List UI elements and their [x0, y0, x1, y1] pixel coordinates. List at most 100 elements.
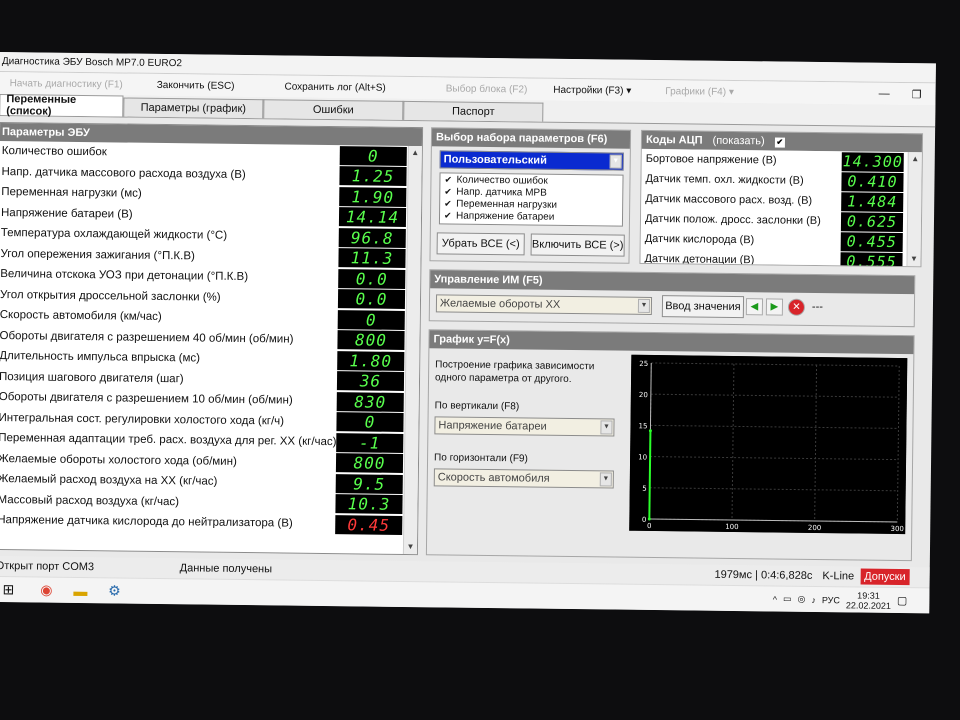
arrow-right-icon[interactable]: ▶: [765, 298, 784, 316]
check-icon[interactable]: ✔: [444, 198, 454, 209]
graph-title: График y=F(x): [429, 330, 914, 355]
param-label: Переменная нагрузки (мс): [1, 186, 142, 200]
remove-all-button[interactable]: Убрать ВСЕ (<): [436, 232, 525, 256]
param-value: 0: [339, 145, 407, 166]
y-tick-label: 20: [639, 391, 648, 399]
y-tick-label: 10: [638, 453, 647, 461]
graph-description: Построение графика зависимости одного па…: [434, 359, 595, 386]
settings-menu[interactable]: Настройки (F3) ▾: [537, 84, 641, 96]
finish-button[interactable]: Закончить (ESC): [133, 79, 245, 91]
adc-list: Бортовое напряжение (В) 14.300 Датчик темп…: [640, 148, 908, 267]
check-icon[interactable]: ✔: [444, 186, 454, 197]
param-label: Напряжение датчика кислорода до нейтрали…: [0, 514, 293, 530]
actuator-title: Управление ИМ (F5): [430, 270, 915, 295]
param-value: 0: [336, 412, 404, 433]
protocol-status: K-Line: [822, 570, 855, 583]
adc-label: Датчик детонации (В): [644, 252, 755, 267]
adc-value: 0.555: [840, 251, 903, 267]
scroll-up-icon[interactable]: ▲: [409, 146, 422, 160]
adc-label: Датчик полож. дросс. заслонки (В): [644, 212, 821, 228]
network-icon[interactable]: ◎: [797, 594, 805, 605]
param-value: 10.3: [335, 494, 403, 515]
file-explorer-icon[interactable]: ▬: [69, 580, 91, 600]
param-label: Длительность импульса впрыска (мс): [0, 350, 201, 365]
adc-show-checkbox[interactable]: ✔: [774, 137, 785, 148]
check-icon[interactable]: ✔: [444, 210, 454, 221]
xy-chart: 0 5 10 15 20 25 0 100 200 300: [629, 354, 908, 535]
adc-scrollbar[interactable]: ▲ ▼: [906, 152, 922, 267]
param-list: Количество ошибок 0 Напр. датчика массовог…: [0, 141, 422, 536]
param-set-panel: Выбор набора параметров (F6) Пользовател…: [429, 127, 632, 264]
y-tick-label: 5: [642, 485, 647, 493]
scroll-down-icon[interactable]: ▼: [907, 252, 920, 266]
input-value-button[interactable]: Ввод значения: [661, 295, 745, 319]
param-value: 1.90: [339, 186, 407, 207]
tab-variables-list[interactable]: Переменные (список): [0, 93, 124, 118]
adc-value: 0.625: [840, 211, 904, 232]
param-label: Угол опережения зажигания (°П.К.В): [0, 247, 195, 263]
table-row[interactable]: Напряжение датчика кислорода до нейтрали…: [0, 510, 417, 536]
start-diagnostics-button[interactable]: Начать диагностику (F1): [0, 77, 133, 90]
tray-up-icon[interactable]: ^: [773, 594, 777, 604]
param-value: 96.8: [338, 227, 406, 248]
maximize-icon[interactable]: ❐: [912, 88, 922, 101]
adc-panel: Коды АЦП (показать) ✔ Бортовое напряжени…: [639, 129, 924, 268]
keyboard-lang[interactable]: РУС: [822, 595, 840, 605]
windows-start-icon[interactable]: ⊞: [0, 580, 20, 600]
param-label: Переменная адаптации треб. расх. воздуха…: [0, 432, 337, 449]
window-title: Диагностика ЭБУ Bosch MP7.0 EURO2: [1, 56, 183, 70]
param-value: 830: [336, 391, 404, 412]
check-icon[interactable]: ✔: [444, 174, 454, 185]
stop-icon[interactable]: ✕: [787, 298, 806, 316]
graph-panel: График y=F(x) Построение графика зависим…: [425, 329, 915, 562]
tab-errors[interactable]: Ошибки: [263, 99, 404, 120]
adc-label: Бортовое напряжение (В): [645, 152, 777, 167]
adc-title: Коды АЦП: [645, 133, 703, 147]
table-row[interactable]: Датчик детонации (В) 0.555: [640, 249, 906, 267]
notifications-icon[interactable]: ▢: [897, 594, 908, 607]
actuator-select[interactable]: Желаемые обороты ХХ ▼: [435, 294, 653, 315]
tab-parameters-graph[interactable]: Параметры (график): [123, 97, 264, 119]
param-label: Желаемый расход воздуха на ХХ (кг/час): [0, 473, 218, 488]
system-tray: ^ ▭ ◎ ♪ РУС 19:31 22.02.2021 ▢: [773, 589, 930, 611]
adc-value: 14.300: [841, 151, 904, 172]
param-set-checklist: ✔ Количество ошибок ✔ Напр. датчика МРВ ✔ П…: [438, 172, 624, 227]
param-set-select[interactable]: Пользовательский ▼: [439, 150, 624, 171]
param-label: Скорость автомобиля (км/час): [0, 309, 162, 324]
chevron-down-icon[interactable]: ▼: [609, 154, 622, 169]
param-label: Позиция шагового двигателя (шаг): [0, 370, 184, 386]
horizontal-axis-select[interactable]: Скорость автомобиля ▼: [433, 468, 614, 489]
vertical-axis-select[interactable]: Напряжение батареи ▼: [434, 416, 615, 437]
app-icon[interactable]: ⚙: [103, 581, 125, 601]
select-block-button[interactable]: Выбор блока (F2): [396, 82, 538, 95]
chart-background: [629, 354, 908, 535]
adc-value: 0.410: [841, 171, 904, 192]
arrow-left-icon[interactable]: ◀: [745, 298, 764, 316]
scroll-down-icon[interactable]: ▼: [404, 540, 417, 554]
battery-icon[interactable]: ▭: [783, 594, 792, 605]
minimize-icon[interactable]: —: [879, 87, 890, 100]
actuator-panel: Управление ИМ (F5) Желаемые обороты ХХ ▼…: [428, 269, 916, 328]
param-label: Количество ошибок: [1, 145, 107, 159]
chevron-down-icon[interactable]: ▼: [600, 420, 613, 435]
adc-label: Датчик массового расх. возд. (В): [645, 192, 813, 207]
clock[interactable]: 19:31 22.02.2021: [846, 590, 891, 610]
timing-status: 1979мс | 0:4:6,828с: [714, 568, 813, 582]
chevron-down-icon[interactable]: ▼: [599, 472, 612, 487]
param-value: 9.5: [335, 473, 403, 494]
adc-show-label: (показать): [712, 134, 765, 148]
volume-icon[interactable]: ♪: [811, 594, 816, 604]
tab-passport[interactable]: Паспорт: [403, 100, 544, 122]
chevron-down-icon[interactable]: ▼: [637, 298, 651, 313]
list-item[interactable]: ✔ Напряжение батареи: [440, 209, 622, 223]
x-tick-label: 0: [647, 522, 652, 530]
graphs-menu[interactable]: Графики (F4) ▾: [641, 85, 744, 98]
save-log-button[interactable]: Сохранить лог (Alt+S): [244, 80, 395, 93]
errors-badge: Допуски: [860, 568, 910, 586]
adc-label: Датчик кислорода (В): [644, 232, 755, 247]
vertical-axis-label: По вертикали (F8): [434, 400, 520, 413]
param-label: Интегральная сост. регулировки холостого…: [0, 411, 285, 428]
chrome-icon[interactable]: ◉: [35, 580, 57, 600]
scroll-up-icon[interactable]: ▲: [909, 152, 922, 166]
add-all-button[interactable]: Включить ВСЕ (>): [530, 233, 625, 257]
